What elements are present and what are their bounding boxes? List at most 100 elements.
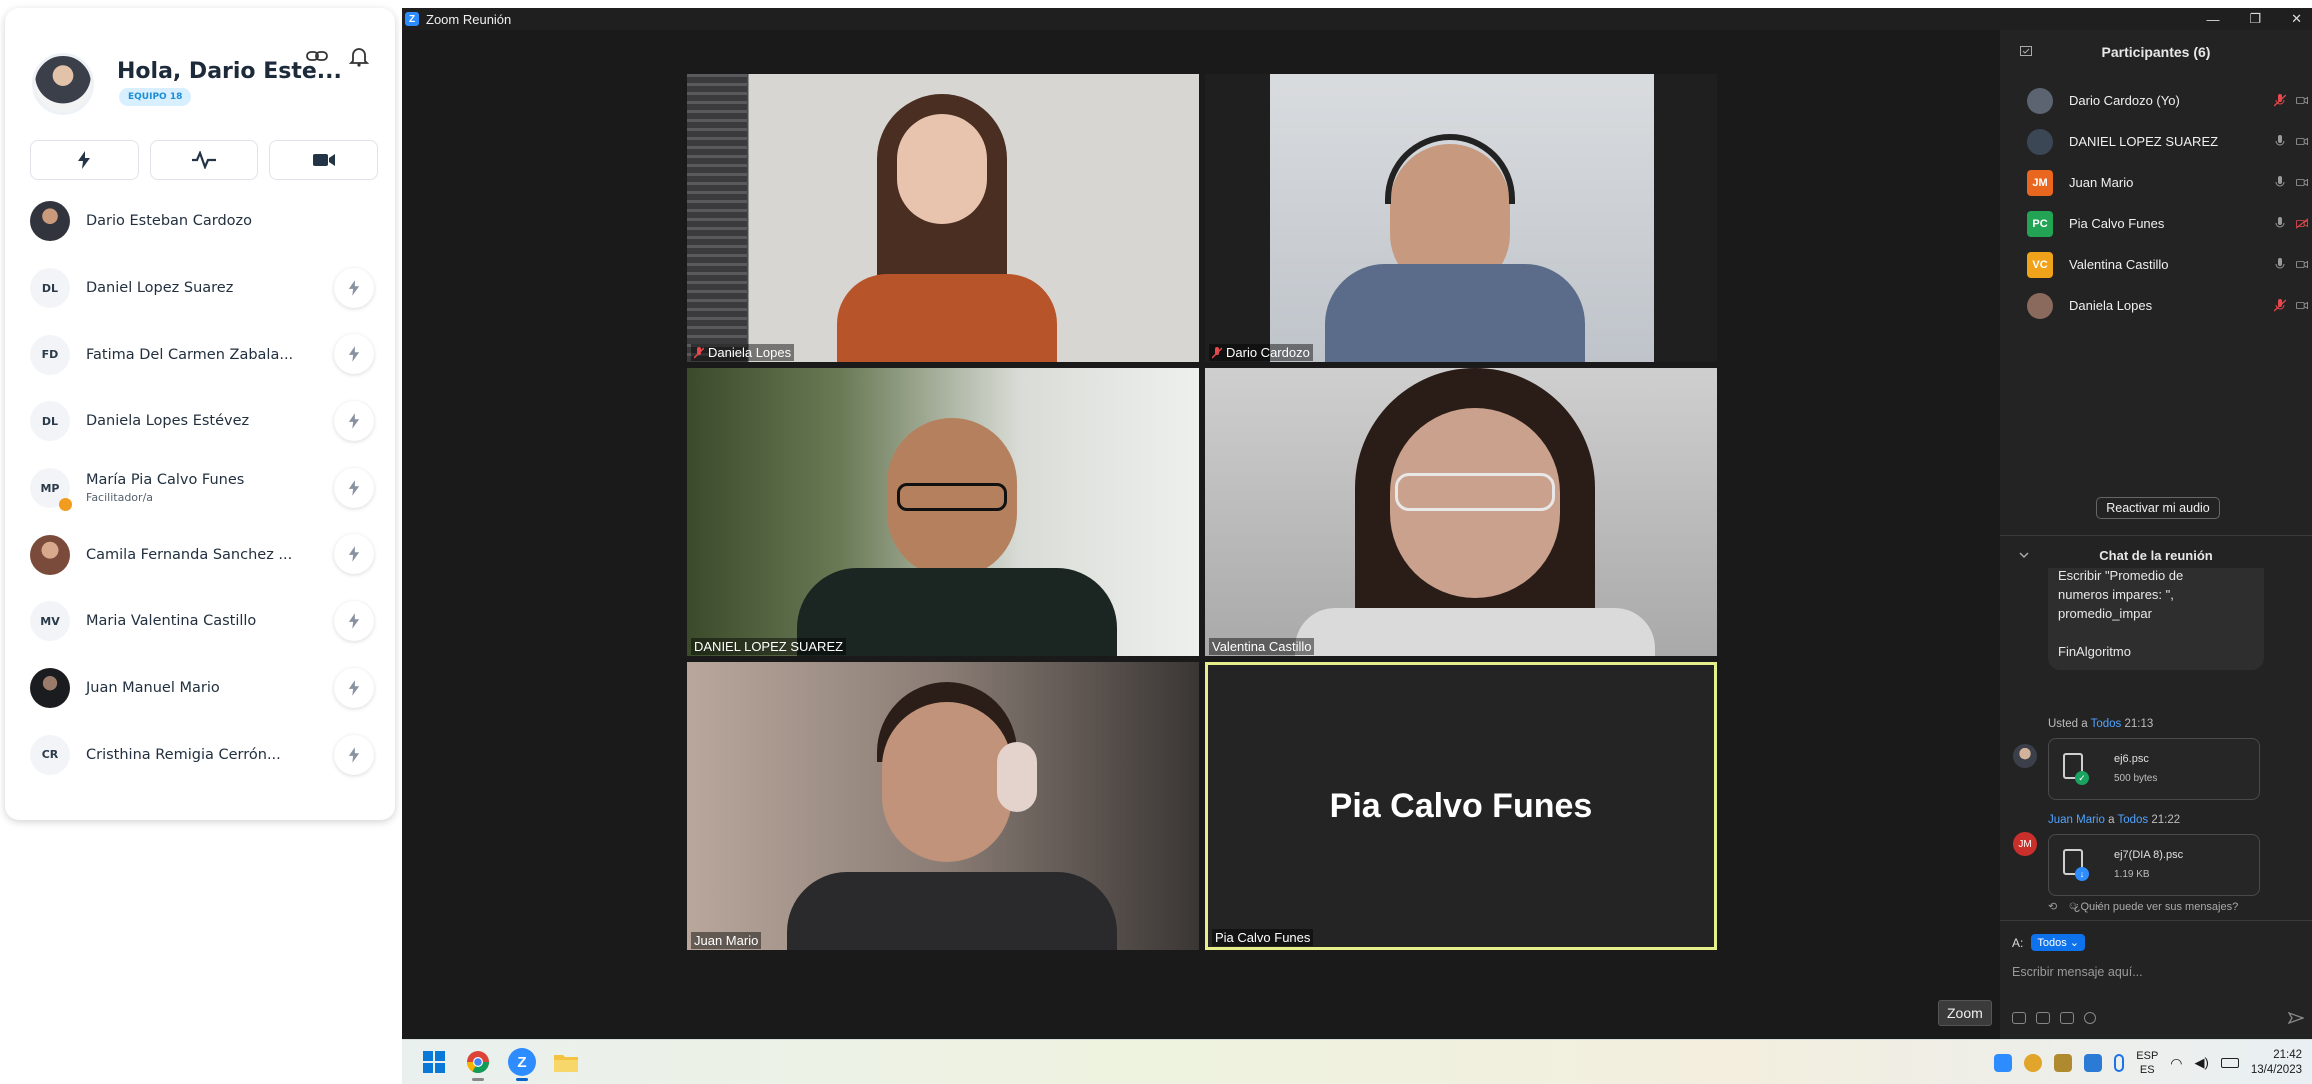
send-energy-button[interactable] [334,534,374,575]
send-energy-button[interactable] [334,601,374,642]
quick-actions [30,140,379,180]
chat-message-header: Usted a Todos 21:13 [2048,718,2154,730]
mic-muted-icon[interactable] [2274,299,2286,312]
participant-name: Dario Cardozo (Yo) [2069,93,2180,108]
mic-icon[interactable] [2274,135,2286,148]
participant-status-icons [2274,176,2308,189]
check-icon: ✓ [2075,771,2089,785]
video-icon[interactable] [2296,176,2308,189]
chat-message-input[interactable]: Escribir mensaje aquí... [2012,965,2143,979]
team-app-panel: Hola, Dario Este... EQUIPO 18 Dario Este… [0,0,402,1084]
mic-icon[interactable] [2274,258,2286,271]
send-energy-button[interactable] [334,467,374,508]
language-indicator[interactable]: ESP ES [2136,1049,2158,1077]
bolt-icon [348,346,360,363]
team-member-row[interactable]: MP María Pia Calvo Funes Facilitador/a [30,455,380,522]
participant-row[interactable]: Daniela Lopes [2000,285,2312,326]
activity-icon [192,151,216,169]
bell-icon[interactable] [347,45,371,67]
video-gallery: Daniela Lopes Dario Cardozo DANIEL LOPEZ… [402,30,2000,1039]
send-energy-button[interactable] [334,667,374,708]
participant-row[interactable]: PC Pia Calvo Funes [2000,203,2312,244]
activity-button[interactable] [149,140,259,180]
video-icon[interactable] [2296,94,2308,107]
zoom-button[interactable]: Zoom [1938,1000,1992,1026]
team-member-row[interactable]: FD Fatima Del Carmen Zabala... [30,321,380,388]
team-member-row[interactable]: Juan Manuel Mario [30,655,380,722]
divider [2000,535,2312,536]
clock[interactable]: 21:42 13/4/2023 [2251,1048,2302,1078]
send-energy-button[interactable] [334,334,374,375]
chrome-icon[interactable] [464,1048,492,1081]
video-icon[interactable] [2296,299,2308,312]
bolt-icon [348,480,360,496]
chat-message-header: Juan Mario a Todos 21:22 [2048,814,2181,826]
restore-button[interactable]: ❐ [2249,11,2261,27]
windows-start-icon[interactable] [420,1048,448,1076]
member-avatar [30,668,70,709]
zoom-tray-icon[interactable] [1994,1054,2013,1072]
chrome-tray-icon[interactable] [2024,1054,2043,1072]
member-role: Facilitador/a [86,491,154,505]
unmute-button[interactable]: Reactivar mi audio [2096,497,2220,519]
video-tile-daniela[interactable]: Daniela Lopes [687,74,1199,362]
recipient-dropdown[interactable]: Todos ⌄ [2031,934,2085,951]
participant-row[interactable]: Dario Cardozo (Yo) [2000,80,2312,121]
file-attachment[interactable]: ↓ ej7(DIA 8).psc 1.19 KB [2048,834,2260,896]
participant-row[interactable]: JM Juan Mario [2000,162,2312,203]
video-icon[interactable] [2296,258,2308,271]
video-tile-valentina[interactable]: Valentina Castillo [1205,368,1717,656]
file-attachment[interactable]: ✓ ej6.psc 500 bytes [2048,738,2260,800]
file-icon[interactable] [2060,1012,2074,1024]
team-badge: EQUIPO 18 [119,88,192,106]
team-member-row[interactable]: DL Daniela Lopes Estévez [30,388,380,455]
mic-icon[interactable] [2274,176,2286,189]
minimize-button[interactable]: — [2206,12,2219,27]
close-button[interactable]: ✕ [2291,11,2302,27]
mic-muted-icon[interactable] [2274,94,2286,107]
mic-icon[interactable] [2274,217,2286,230]
team-member-row[interactable]: MV Maria Valentina Castillo [30,588,380,655]
emoji-icon[interactable] [2084,1012,2096,1024]
wifi-icon[interactable]: ◠ [2170,1055,2182,1072]
user-avatar[interactable] [32,53,94,115]
team-member-row[interactable]: DL Daniel Lopez Suarez [30,255,380,322]
participant-avatar: VC [2027,251,2053,278]
speaker-icon[interactable]: ◀) [2195,1055,2209,1071]
format-icon[interactable] [2012,1012,2026,1024]
team-member-row[interactable]: CR Cristhina Remigia Cerrón... [30,722,380,789]
energy-button[interactable] [30,140,139,180]
send-energy-button[interactable] [334,734,374,775]
download-icon: ↓ [2075,867,2089,881]
send-energy-button[interactable] [334,401,374,442]
battery-icon[interactable] [2220,1058,2239,1068]
facilitator-badge-icon [59,498,72,512]
microphone-icon[interactable] [2114,1054,2125,1072]
team-member-row[interactable]: Camila Fernanda Sanchez ... [30,521,380,588]
video-tile-daniel[interactable]: DANIEL LOPEZ SUAREZ [687,368,1199,656]
who-can-see-link[interactable]: ¿Quién puede ver sus mensajes? [2000,901,2312,913]
app-tray-icon[interactable] [2054,1054,2073,1072]
video-icon[interactable] [2296,135,2308,148]
bolt-icon [348,613,360,629]
zoom-icon[interactable]: Z [508,1048,536,1081]
screenshot-icon[interactable] [2036,1012,2050,1024]
team-member-row[interactable]: Dario Esteban Cardozo [30,188,380,255]
send-icon[interactable] [2288,1012,2304,1024]
video-button[interactable] [269,140,379,180]
member-name: Dario Esteban Cardozo [86,213,253,230]
participant-row[interactable]: VC Valentina Castillo [2000,244,2312,285]
member-name: Daniela Lopes Estévez [86,413,250,430]
bolt-icon [78,151,91,169]
video-tile-dario[interactable]: Dario Cardozo [1205,74,1717,362]
bolt-icon [348,680,360,696]
video-off-icon[interactable] [2296,217,2308,230]
file-explorer-icon[interactable] [552,1048,580,1076]
send-energy-button[interactable] [334,267,374,308]
video-tile-pia-active-speaker[interactable]: Pia Calvo Funes Pia Calvo Funes [1205,662,1717,950]
participant-row[interactable]: DANIEL LOPEZ SUAREZ [2000,121,2312,162]
participant-avatar [2027,128,2053,155]
security-tray-icon[interactable] [2084,1054,2103,1072]
link-icon[interactable] [305,45,329,67]
video-tile-juan[interactable]: Juan Mario [687,662,1199,950]
